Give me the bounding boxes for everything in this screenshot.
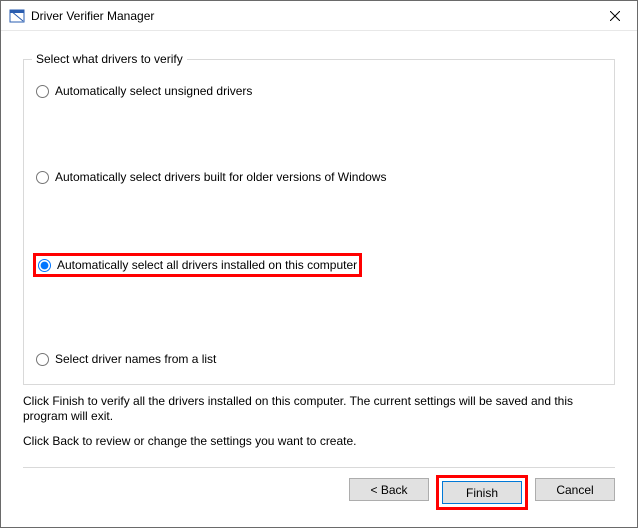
window-title: Driver Verifier Manager bbox=[31, 9, 154, 23]
close-button[interactable] bbox=[592, 1, 637, 31]
radio-unsigned-input[interactable] bbox=[36, 85, 49, 98]
finish-highlight: Finish bbox=[439, 478, 525, 507]
wizard-buttons: < Back Finish Cancel bbox=[349, 478, 615, 507]
instructions-line2: Click Back to review or change the setti… bbox=[23, 434, 615, 449]
titlebar: Driver Verifier Manager bbox=[1, 1, 637, 31]
separator bbox=[23, 467, 615, 469]
radio-list-label: Select driver names from a list bbox=[55, 352, 216, 366]
radio-option-list[interactable]: Select driver names from a list bbox=[36, 352, 216, 366]
back-button[interactable]: < Back bbox=[349, 478, 429, 501]
wizard-page: Select what drivers to verify Automatica… bbox=[11, 31, 627, 517]
radio-older-input[interactable] bbox=[36, 171, 49, 184]
app-icon bbox=[9, 8, 25, 24]
finish-button[interactable]: Finish bbox=[442, 481, 522, 504]
window-frame: Driver Verifier Manager Select what driv… bbox=[0, 0, 638, 528]
cancel-button[interactable]: Cancel bbox=[535, 478, 615, 501]
radio-option-all[interactable]: Automatically select all drivers install… bbox=[36, 256, 359, 274]
radio-all-input[interactable] bbox=[38, 259, 51, 272]
fieldset-legend: Select what drivers to verify bbox=[32, 52, 187, 66]
radio-option-unsigned[interactable]: Automatically select unsigned drivers bbox=[36, 84, 252, 98]
close-icon bbox=[610, 11, 620, 21]
instructions-text: Click Finish to verify all the drivers i… bbox=[23, 394, 615, 459]
radio-unsigned-label: Automatically select unsigned drivers bbox=[55, 84, 252, 98]
radio-older-label: Automatically select drivers built for o… bbox=[55, 170, 386, 184]
instructions-line1: Click Finish to verify all the drivers i… bbox=[23, 394, 615, 424]
radio-option-older[interactable]: Automatically select drivers built for o… bbox=[36, 170, 386, 184]
radio-list-input[interactable] bbox=[36, 353, 49, 366]
drivers-fieldset: Select what drivers to verify Automatica… bbox=[23, 59, 615, 385]
radio-all-label: Automatically select all drivers install… bbox=[57, 258, 357, 272]
